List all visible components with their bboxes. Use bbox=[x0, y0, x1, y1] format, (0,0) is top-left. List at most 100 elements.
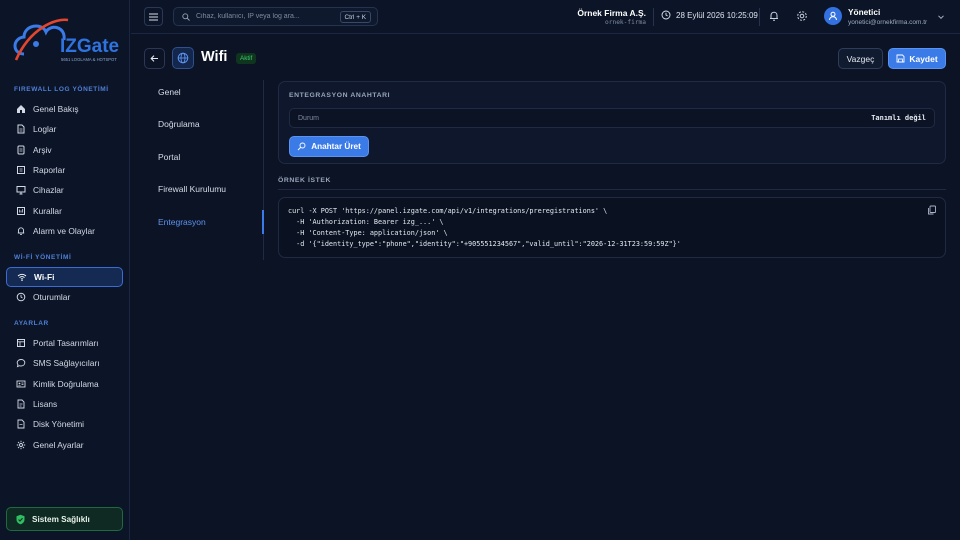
back-button[interactable] bbox=[144, 48, 165, 69]
shield-check-icon bbox=[16, 514, 25, 524]
hamburger-icon bbox=[149, 12, 158, 21]
izgate-logo[interactable]: IZGate 5651 LOGLAMA & HOTSPOT bbox=[10, 10, 122, 72]
sidebar-item-authentication[interactable]: Kimlik Doğrulama bbox=[6, 374, 123, 394]
sidebar-item-logs[interactable]: Loglar bbox=[6, 119, 123, 139]
settings-gear-icon[interactable] bbox=[796, 10, 808, 22]
integration-key-card: ENTEGRASYON ANAHTARI Durum Tanımlı değil… bbox=[278, 81, 946, 164]
sidebar-item-label: Disk Yönetimi bbox=[33, 419, 85, 429]
save-button[interactable]: Kaydet bbox=[888, 48, 946, 69]
tab-integration[interactable]: Entegrasyon bbox=[158, 217, 206, 227]
organization-switcher[interactable]: Örnek Firma A.Ş. ornek-firma bbox=[561, 8, 646, 26]
svg-text:5651 LOGLAMA & HOTSPOT: 5651 LOGLAMA & HOTSPOT bbox=[61, 57, 117, 62]
user-icon bbox=[829, 11, 837, 21]
sidebar-item-label: Loglar bbox=[33, 124, 57, 134]
sidebar-item-reports[interactable]: Raporlar bbox=[6, 160, 123, 180]
tab-verification[interactable]: Doğrulama bbox=[158, 119, 200, 129]
key-search-icon bbox=[297, 142, 306, 151]
section-label-settings: AYARLAR bbox=[14, 320, 49, 327]
report-icon bbox=[17, 166, 25, 174]
sidebar-item-label: Kimlik Doğrulama bbox=[33, 379, 99, 389]
search-shortcut-badge: Ctrl + K bbox=[339, 11, 371, 23]
example-divider bbox=[278, 189, 946, 190]
notifications-bell-icon[interactable] bbox=[768, 10, 780, 22]
sidebar-item-portal-designs[interactable]: Portal Tasarımları bbox=[6, 333, 123, 353]
license-icon bbox=[17, 399, 25, 409]
sidebar: IZGate 5651 LOGLAMA & HOTSPOT FIREWALL L… bbox=[0, 0, 130, 540]
code-line: -d '{"identity_type":"phone","identity":… bbox=[288, 240, 681, 248]
sidebar-item-label: Alarm ve Olaylar bbox=[33, 226, 95, 236]
sidebar-item-rules[interactable]: Kurallar bbox=[6, 201, 123, 221]
arrow-left-icon bbox=[150, 55, 158, 62]
home-icon bbox=[17, 105, 25, 113]
search-bar[interactable]: Ctrl + K bbox=[173, 7, 378, 26]
rules-icon bbox=[17, 207, 25, 215]
sidebar-item-archive[interactable]: Arşiv bbox=[6, 140, 123, 160]
sidebar-item-wifi[interactable]: Wi-Fi bbox=[6, 267, 123, 287]
system-health-badge[interactable]: Sistem Sağlıklı bbox=[6, 507, 123, 531]
user-email: yonetici@ornekfirma.com.tr bbox=[848, 19, 928, 26]
tab-firewall-setup[interactable]: Firewall Kurulumu bbox=[158, 184, 226, 194]
sidebar-item-label: Kurallar bbox=[33, 206, 62, 216]
topbar-divider bbox=[653, 8, 654, 26]
generate-key-button[interactable]: Anahtar Üret bbox=[289, 136, 369, 157]
sidebar-item-label: Cihazlar bbox=[33, 185, 64, 195]
sidebar-item-label: Raporlar bbox=[33, 165, 66, 175]
archive-icon bbox=[17, 145, 25, 155]
section-label-firewall: FIREWALL LOG YÖNETİMİ bbox=[14, 86, 109, 93]
globe-icon bbox=[177, 52, 189, 64]
monitor-icon bbox=[16, 186, 26, 195]
status-value: Tanımlı değil bbox=[871, 114, 926, 122]
clock-icon bbox=[16, 292, 26, 302]
message-icon bbox=[16, 359, 26, 368]
disk-icon bbox=[17, 419, 25, 429]
sidebar-item-label: Oturumlar bbox=[33, 292, 71, 302]
tab-portal[interactable]: Portal bbox=[158, 152, 180, 162]
file-icon bbox=[17, 124, 25, 134]
user-name: Yönetici bbox=[848, 7, 881, 17]
clock-icon bbox=[661, 10, 671, 20]
cancel-button[interactable]: Vazgeç bbox=[838, 48, 883, 69]
active-tab-indicator bbox=[262, 210, 264, 234]
sidebar-item-label: Portal Tasarımları bbox=[33, 338, 99, 348]
integration-key-title: ENTEGRASYON ANAHTARI bbox=[289, 92, 391, 99]
topbar: Ctrl + K Örnek Firma A.Ş. ornek-firma 28… bbox=[131, 0, 960, 34]
sidebar-item-label: Lisans bbox=[33, 399, 58, 409]
page-title: Wifi bbox=[201, 49, 228, 65]
wifi-icon bbox=[17, 273, 27, 282]
search-icon bbox=[182, 12, 190, 21]
example-code-block: curl -X POST 'https://panel.izgate.com/a… bbox=[278, 197, 946, 258]
menu-toggle-button[interactable] bbox=[144, 7, 163, 26]
sidebar-item-disk[interactable]: Disk Yönetimi bbox=[6, 414, 123, 434]
save-icon bbox=[896, 54, 905, 63]
id-card-icon bbox=[16, 380, 26, 388]
code-line: -H 'Content-Type: application/json' \ bbox=[288, 229, 448, 237]
wifi-profile-icon-box bbox=[172, 47, 194, 69]
user-avatar[interactable] bbox=[824, 7, 842, 25]
sidebar-item-devices[interactable]: Cihazlar bbox=[6, 180, 123, 200]
svg-text:IZGate: IZGate bbox=[60, 36, 119, 57]
sidebar-item-sessions[interactable]: Oturumlar bbox=[6, 287, 123, 307]
gear-icon bbox=[16, 440, 26, 450]
copy-icon[interactable] bbox=[927, 205, 937, 215]
layout-icon bbox=[17, 339, 25, 347]
chevron-down-icon[interactable] bbox=[937, 13, 945, 21]
sidebar-item-label: Genel Ayarlar bbox=[33, 440, 84, 450]
sidebar-item-label: Wi-Fi bbox=[34, 272, 55, 282]
user-menu[interactable]: Yönetici yonetici@ornekfirma.com.tr bbox=[848, 7, 927, 26]
system-health-label: Sistem Sağlıklı bbox=[32, 514, 90, 524]
status-badge: Aktif bbox=[236, 53, 257, 64]
sidebar-item-license[interactable]: Lisans bbox=[6, 394, 123, 414]
sidebar-item-label: Arşiv bbox=[33, 145, 52, 155]
tab-general[interactable]: Genel bbox=[158, 87, 181, 97]
example-request-title: ÖRNEK İSTEK bbox=[278, 177, 332, 184]
code-line: -H 'Authorization: Bearer izg_...' \ bbox=[288, 218, 444, 226]
sidebar-item-sms-providers[interactable]: SMS Sağlayıcıları bbox=[6, 353, 123, 373]
search-input[interactable] bbox=[196, 13, 346, 20]
code-line: curl -X POST 'https://panel.izgate.com/a… bbox=[288, 207, 608, 215]
sidebar-item-alarms[interactable]: Alarm ve Olaylar bbox=[6, 221, 123, 241]
status-label: Durum bbox=[298, 114, 320, 122]
topbar-divider bbox=[759, 8, 760, 26]
organization-slug: ornek-firma bbox=[605, 19, 646, 26]
sidebar-item-overview[interactable]: Genel Bakış bbox=[6, 99, 123, 119]
sidebar-item-general-settings[interactable]: Genel Ayarlar bbox=[6, 435, 123, 455]
